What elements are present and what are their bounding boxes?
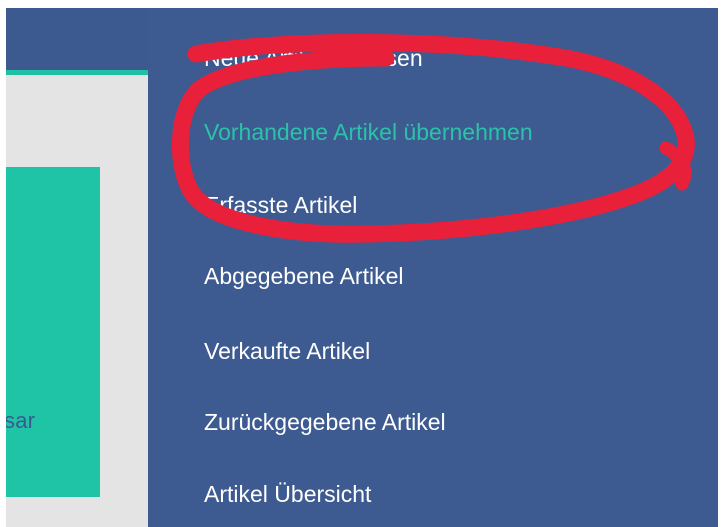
menu-item-returned-articles[interactable]: Zurückgegebene Artikel — [204, 409, 446, 436]
menu-item-submitted-articles[interactable]: Abgegebene Artikel — [204, 263, 404, 290]
menu-item-recorded-articles[interactable]: Erfasste Artikel — [204, 192, 357, 219]
menu-item-take-over-articles[interactable]: Vorhandene Artikel übernehmen — [204, 119, 533, 146]
left-header-bar — [6, 8, 148, 70]
app-frame: sar Neue Artikel erfassen Vorhandene Art… — [6, 8, 718, 527]
menu-item-new-article[interactable]: Neue Artikel erfassen — [204, 45, 423, 72]
left-card[interactable] — [6, 167, 100, 497]
menu-item-sold-articles[interactable]: Verkaufte Artikel — [204, 338, 370, 365]
menu-item-article-overview[interactable]: Artikel Übersicht — [204, 481, 371, 508]
article-menu: Neue Artikel erfassen Vorhandene Artikel… — [148, 8, 718, 527]
left-card-label: sar — [6, 408, 36, 433]
